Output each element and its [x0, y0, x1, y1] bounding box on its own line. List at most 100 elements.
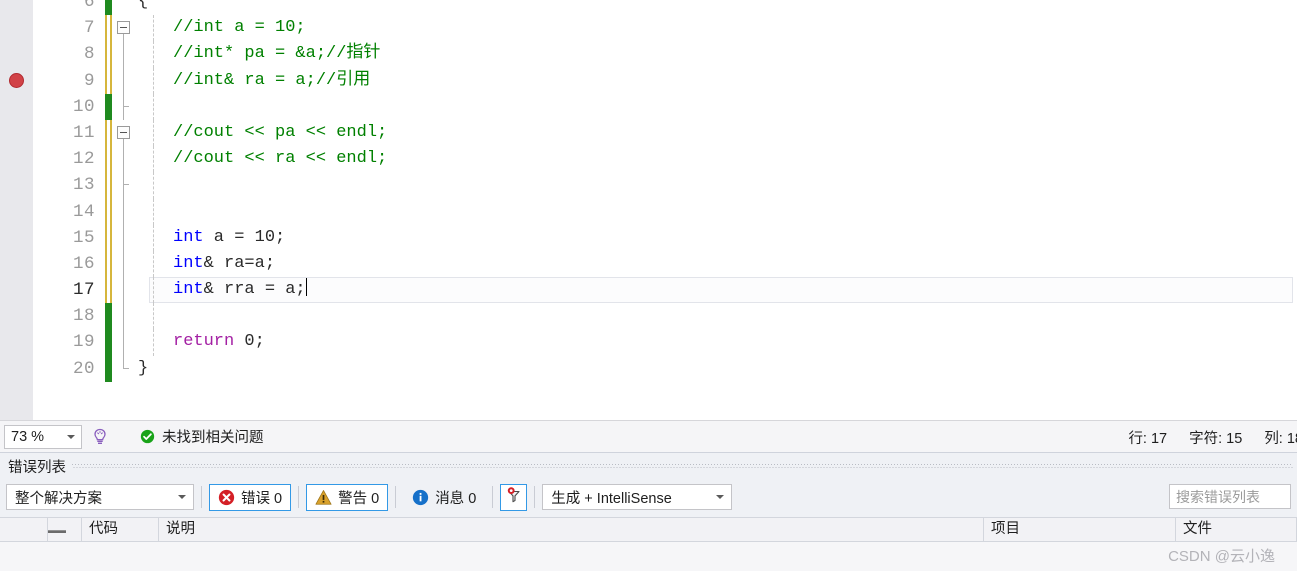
outlining-guide — [123, 172, 124, 199]
code-line[interactable]: 10 — [33, 93, 1297, 120]
column-header[interactable]: 说明 — [159, 517, 984, 542]
status-column-number: 列: 18 — [1264, 430, 1297, 447]
code-line[interactable]: 14 — [33, 198, 1297, 225]
line-number: 16 — [72, 253, 95, 274]
code-line[interactable]: 8 //int* pa = &a;//指针 — [33, 41, 1297, 68]
outlining-column[interactable] — [115, 198, 133, 225]
outlining-column[interactable] — [115, 250, 133, 278]
column-header[interactable]: 代码 — [82, 517, 159, 542]
outlining-column[interactable] — [115, 120, 133, 146]
intellisense-status: 未找到相关问题 — [140, 426, 264, 447]
outlining-column[interactable] — [115, 355, 133, 382]
sort-indicator-icon: ▬▬ — [48, 525, 66, 535]
column-header[interactable]: 项目 — [984, 517, 1176, 542]
outlining-column[interactable] — [115, 303, 133, 330]
code-text[interactable]: //int a = 10; — [173, 15, 306, 41]
outlining-column[interactable] — [115, 277, 133, 304]
outlining-column[interactable] — [115, 15, 133, 42]
indent-guide — [153, 41, 154, 68]
code-line[interactable]: 15 int a = 10; — [33, 224, 1297, 251]
code-token: int — [173, 253, 204, 273]
line-number: 15 — [72, 227, 95, 248]
code-line[interactable]: 18 — [33, 303, 1297, 330]
indent-guide — [153, 329, 154, 356]
breakpoint-marker[interactable] — [9, 72, 24, 88]
code-line[interactable]: 11 //cout << pa << endl; — [33, 119, 1297, 147]
code-text[interactable]: return 0; — [173, 329, 265, 355]
outlining-guide — [123, 277, 124, 304]
warning-triangle-icon — [315, 489, 332, 506]
breakpoint-gutter[interactable] — [0, 0, 33, 420]
error-list-title[interactable]: 错误列表 — [0, 456, 72, 477]
change-tracking-bar — [105, 15, 112, 42]
warnings-toggle-button[interactable]: 警告 0 — [306, 483, 389, 511]
column-header-blank[interactable]: ▬▬ — [48, 517, 82, 542]
current-line-highlight — [149, 277, 1293, 304]
code-lines-container[interactable]: 6{7//int a = 10; 8//int* pa = &a;//指针 9 //i… — [33, 0, 1297, 420]
code-text[interactable]: //cout << pa << endl; — [173, 120, 387, 146]
filter-toggle-button[interactable] — [500, 483, 528, 511]
column-header-blank[interactable] — [0, 517, 48, 542]
search-error-list-placeholder: 搜索错误列表 — [1176, 488, 1260, 505]
code-editor[interactable]: 6{7//int a = 10; 8//int* pa = &a;//指针 9 //i… — [0, 0, 1297, 420]
outlining-column[interactable] — [115, 0, 133, 15]
code-text[interactable]: //cout << ra << endl; — [173, 146, 387, 172]
status-line-number: 行: 17 — [1128, 430, 1168, 447]
outlining-column[interactable] — [115, 172, 133, 199]
code-text[interactable]: int& ra=a; — [173, 251, 275, 277]
outlining-column[interactable] — [115, 67, 133, 94]
code-line[interactable]: 12 //cout << ra << endl; — [33, 146, 1297, 173]
outlining-column[interactable] — [115, 93, 133, 120]
errors-toggle-button[interactable]: 错误 0 — [209, 483, 292, 511]
messages-toggle-button[interactable]: 消息 0 — [403, 484, 485, 511]
outlining-column[interactable] — [115, 146, 133, 173]
code-text[interactable]: { — [138, 0, 148, 15]
code-line[interactable]: 9 //int& ra = a;//引用 — [33, 67, 1297, 94]
indent-guide — [153, 277, 154, 304]
code-line[interactable]: 7 //int a = 10; — [33, 15, 1297, 42]
visual-studio-window: 6{7//int a = 10; 8//int* pa = &a;//指针 9 //i… — [0, 0, 1297, 571]
indent-guide — [153, 198, 154, 225]
code-line[interactable]: 20} — [33, 355, 1297, 382]
panel-drag-handle[interactable] — [72, 463, 1293, 469]
zoom-level-combobox[interactable]: 73 % — [4, 424, 82, 449]
text-caret — [305, 278, 307, 297]
code-line[interactable]: 16 int& ra=a; — [33, 250, 1297, 278]
toolbar-separator — [201, 486, 202, 508]
error-circle-icon — [218, 489, 235, 506]
outlining-guide — [123, 146, 124, 173]
collapse-toggle-icon[interactable] — [117, 21, 130, 35]
lightbulb-icon[interactable] — [90, 427, 110, 447]
toolbar-separator — [298, 486, 300, 508]
change-tracking-bar — [105, 93, 112, 120]
code-text[interactable]: //int* pa = &a;//指针 — [173, 41, 380, 67]
chevron-down-icon[interactable] — [178, 495, 186, 499]
editor-status-bar: 73 % 未找到相关问题 行: 17 字符: 15 列: 18 — [0, 420, 1297, 452]
code-text[interactable]: int& rra = a; — [173, 277, 307, 303]
line-number: 9 — [83, 70, 95, 91]
code-text[interactable]: } — [138, 356, 148, 382]
build-filter-combobox[interactable]: 生成 + IntelliSense — [542, 484, 733, 510]
outlining-column[interactable] — [115, 329, 133, 356]
chevron-down-icon[interactable] — [716, 495, 725, 499]
scope-combobox[interactable]: 整个解决方案 — [6, 484, 194, 510]
code-line[interactable]: 13 — [33, 172, 1297, 199]
code-token: //cout << pa << endl; — [173, 122, 388, 142]
outlining-end-tick — [123, 367, 129, 369]
error-list-toolbar: 整个解决方案 错误 0 警告 0 消息 0 生成 + IntelliSense … — [0, 479, 1297, 515]
chevron-down-icon[interactable] — [67, 434, 75, 439]
code-line[interactable]: 19 return 0; — [33, 329, 1297, 356]
outlining-column[interactable] — [115, 224, 133, 251]
outlining-guide — [123, 329, 124, 356]
code-text[interactable]: int a = 10; — [173, 225, 285, 251]
search-error-list-input[interactable]: 搜索错误列表 — [1169, 484, 1291, 509]
code-line[interactable]: 17 int& rra = a; — [33, 277, 1297, 304]
outlining-column[interactable] — [115, 41, 133, 68]
code-text[interactable]: //int& ra = a;//引用 — [173, 68, 370, 94]
code-line[interactable]: 6{ — [33, 0, 1297, 16]
change-tracking-bar — [105, 41, 112, 68]
column-header[interactable]: 文件 — [1176, 517, 1297, 542]
collapse-toggle-icon[interactable] — [117, 125, 130, 139]
code-token: return — [173, 332, 235, 352]
scope-combobox-value: 整个解决方案 — [15, 490, 102, 507]
